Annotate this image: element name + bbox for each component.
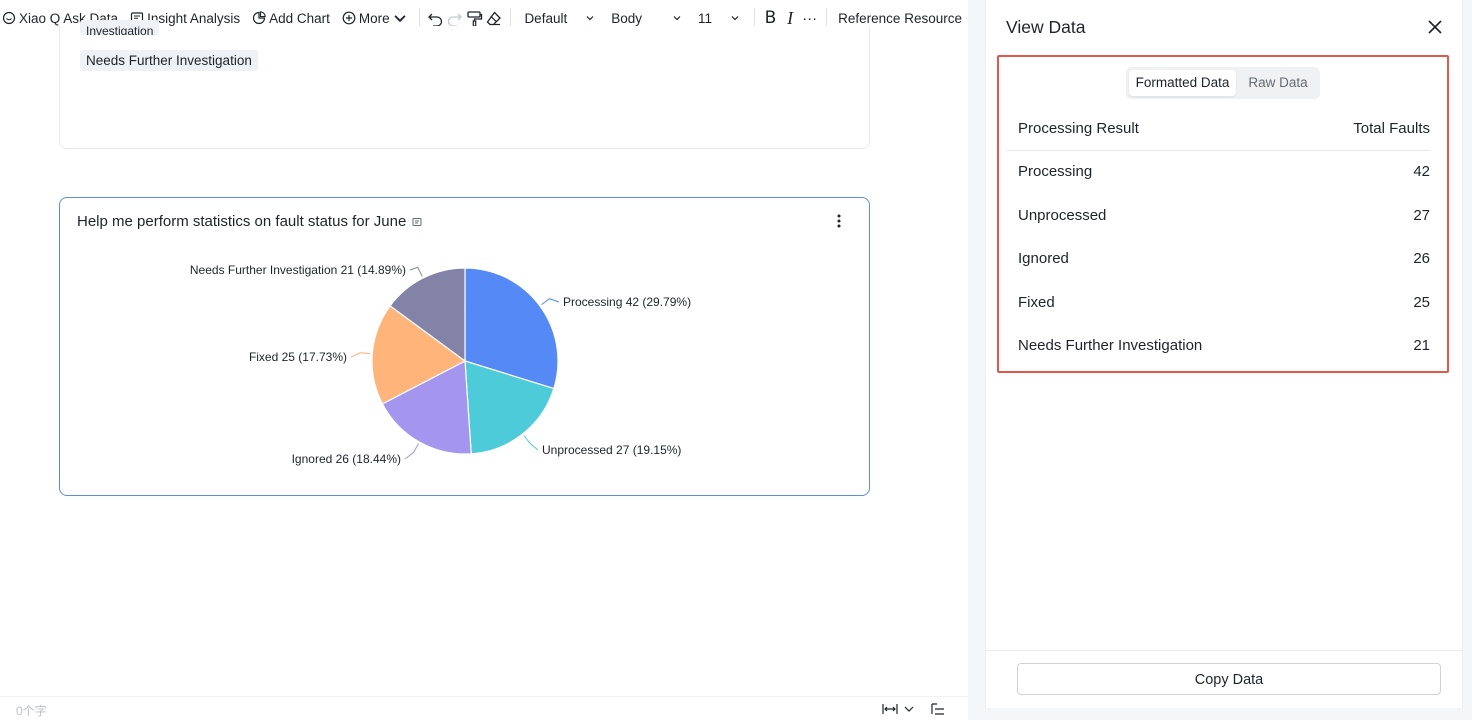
insight-analysis-label: Insight Analysis <box>147 10 241 26</box>
redo-icon <box>448 13 463 27</box>
toolbar-divider <box>509 8 511 28</box>
leader-line <box>404 443 419 460</box>
chevron-down-icon <box>731 16 739 21</box>
undo-icon <box>427 13 442 27</box>
status-bar: 0个字 <box>0 696 968 721</box>
reference-resource-label: Reference Resource <box>838 10 962 26</box>
leader-line <box>409 266 423 277</box>
highlight-box <box>997 55 1449 373</box>
close-icon[interactable] <box>1426 18 1444 36</box>
view-data-panel: View Data Formatted Data Raw Data Proces… <box>985 0 1463 708</box>
paragraph-select-value: Body <box>611 10 642 26</box>
add-chart-label: Add Chart <box>269 10 330 26</box>
more-label: More <box>358 10 390 26</box>
pie-data-label: Fixed 25 (17.73%) <box>249 350 347 364</box>
panel-footer-divider <box>986 650 1462 651</box>
toolbar-divider <box>754 8 755 28</box>
chart-block[interactable]: Help me perform statistics on fault stat… <box>59 197 870 496</box>
copy-data-button[interactable]: Copy Data <box>1017 663 1441 695</box>
leader-line <box>523 435 539 451</box>
word-count: 0个字 <box>16 704 47 718</box>
style-select-value: Default <box>524 10 568 26</box>
pie-data-label: Processing 42 (29.79%) <box>563 295 691 309</box>
pie-chart: Processing 42 (29.79%) Unprocessed 27 (19… <box>190 263 691 466</box>
chevron-down-icon <box>394 15 406 23</box>
chart-icon <box>253 11 266 25</box>
tag-needs-further-investigation: Needs Further Investigation <box>80 50 258 71</box>
outline-icon[interactable] <box>930 702 946 716</box>
toolbar-divider <box>825 8 827 28</box>
page-width-icon[interactable] <box>882 702 898 716</box>
ask-data-icon <box>2 11 16 25</box>
toolbar-divider <box>418 8 420 28</box>
chevron-down-icon <box>586 16 594 21</box>
pie-data-label: Needs Further Investigation 21 (14.89%) <box>190 263 406 277</box>
plus-circle-icon <box>342 11 356 25</box>
chevron-down-icon[interactable] <box>901 702 917 716</box>
panel-title: View Data <box>1006 17 1086 37</box>
leader-line <box>350 352 371 358</box>
eraser-icon <box>487 11 502 25</box>
tag-partial: Investigation <box>80 20 160 35</box>
format-painter-icon <box>467 10 483 27</box>
previous-block-card: Investigation Needs Further Investigatio… <box>59 20 870 149</box>
pie-data-label: Unprocessed 27 (19.15%) <box>542 443 681 457</box>
pie-data-label: Ignored 26 (18.44%) <box>292 452 401 466</box>
chevron-down-icon <box>673 16 681 21</box>
font-size-value: 11 <box>698 10 713 26</box>
document-area: Investigation Needs Further Investigatio… <box>0 20 968 696</box>
leader-line <box>541 298 560 306</box>
